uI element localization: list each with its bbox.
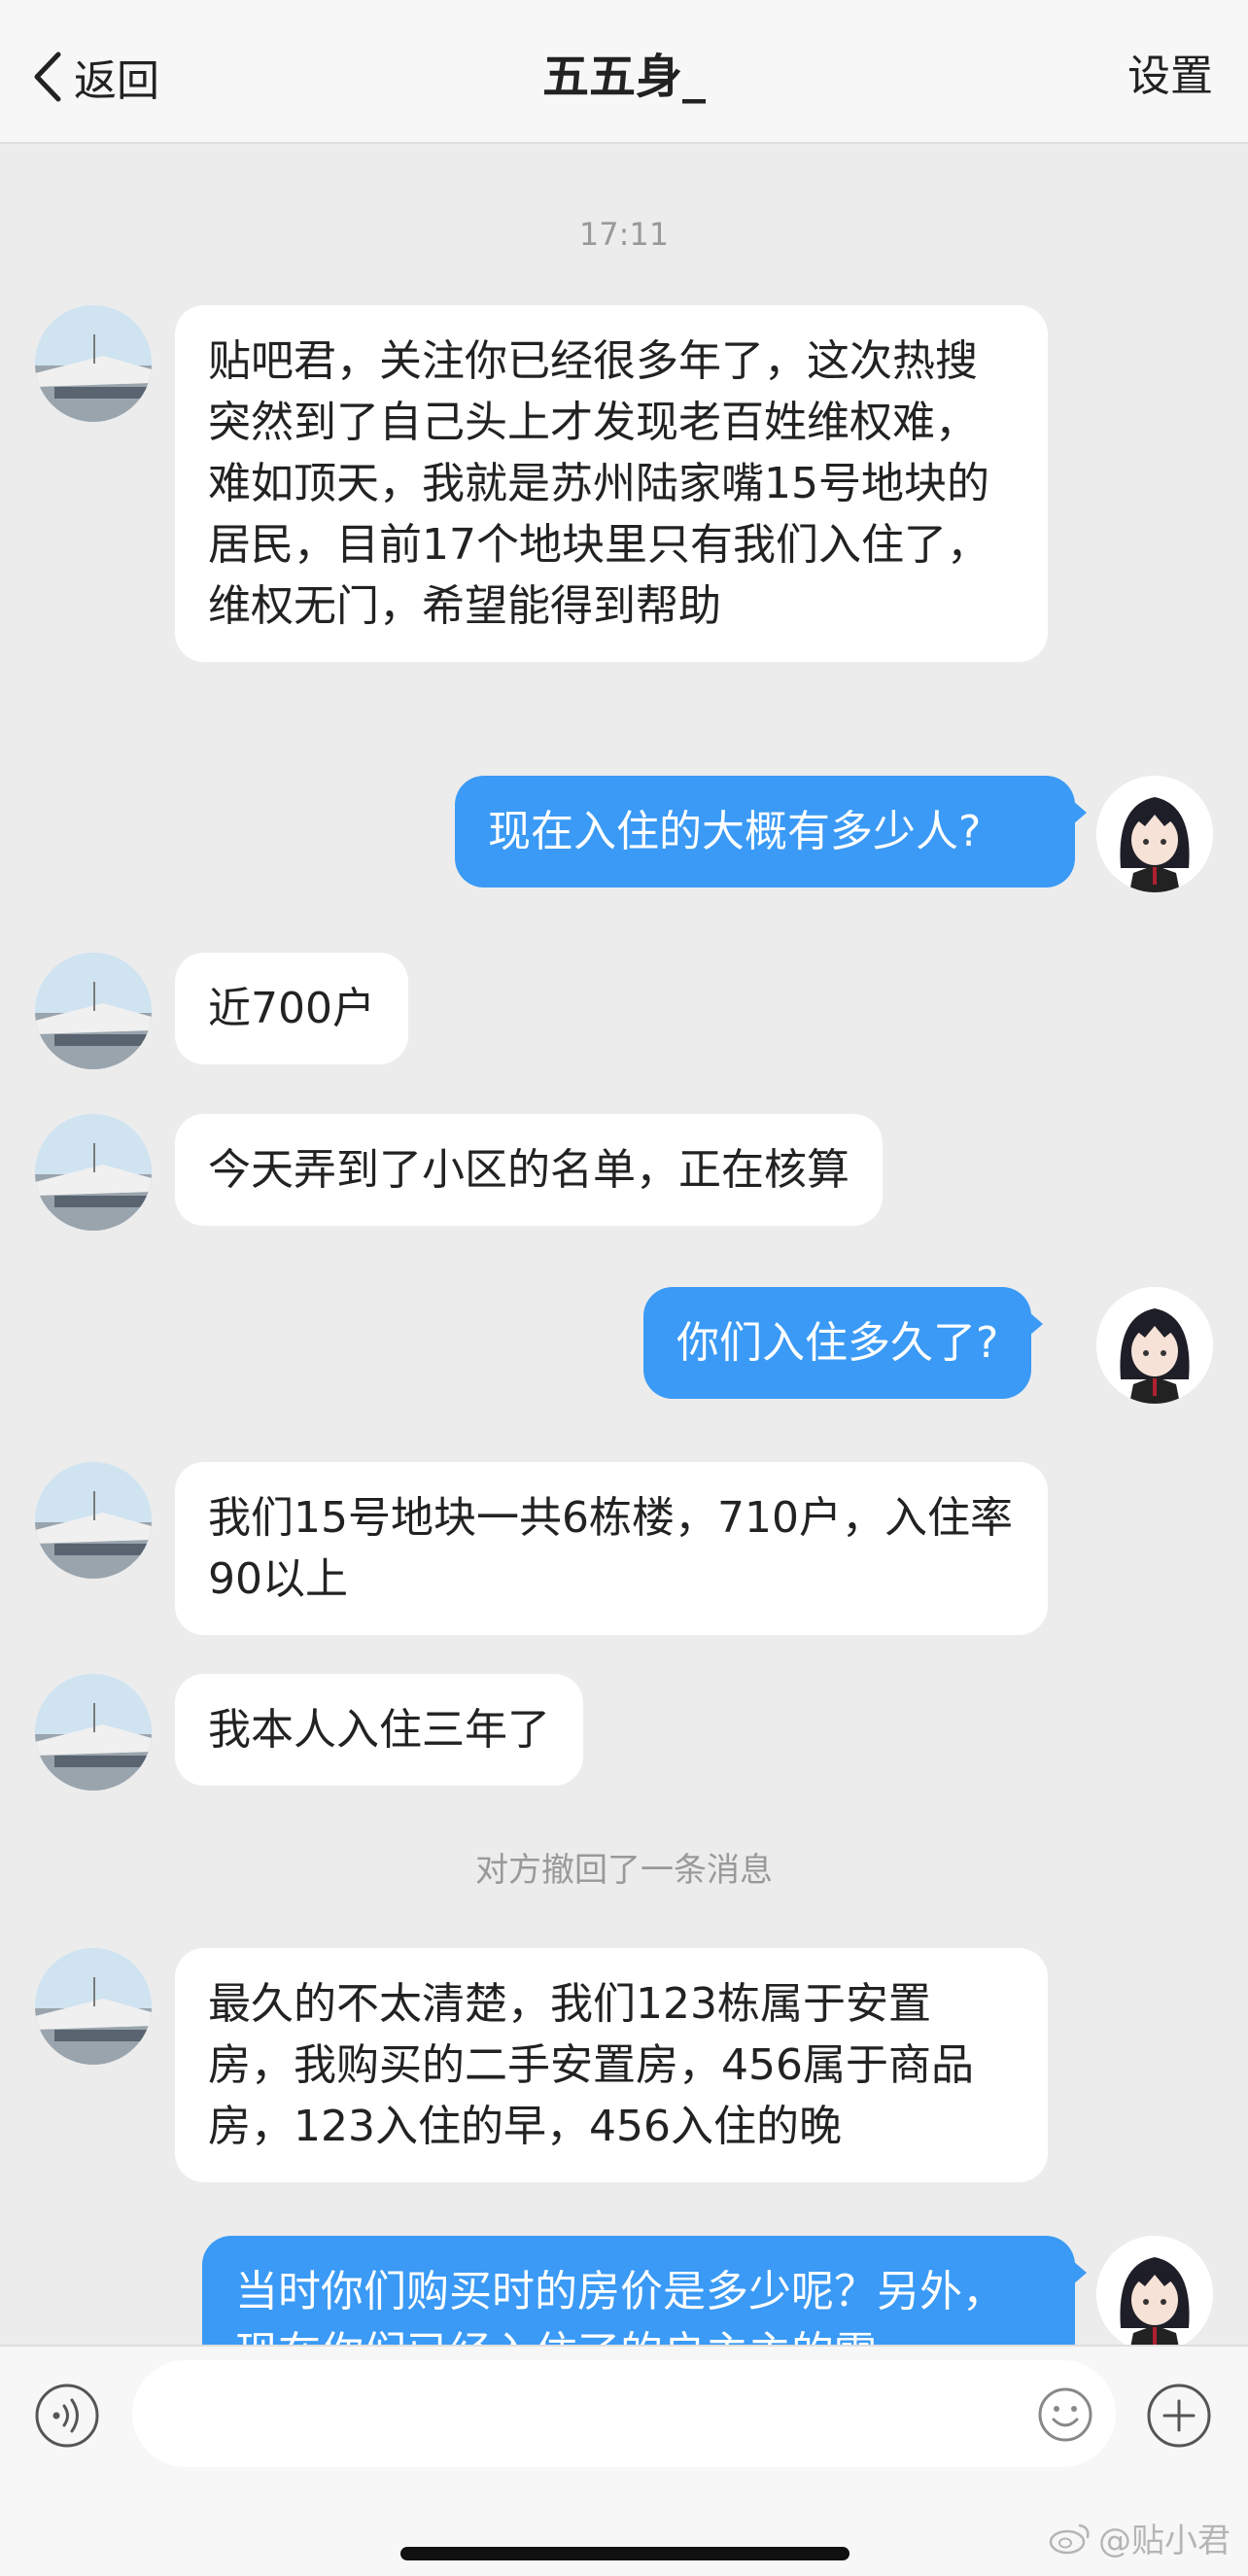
contact-avatar[interactable] [35,1114,152,1231]
message-bubble-incoming[interactable]: 最久的不太清楚，我们123栋属于安置房，我购买的二手安置房，456属于商品房，1… [175,1948,1048,2182]
message-bubble-incoming[interactable]: 我本人入住三年了 [175,1674,583,1786]
my-avatar[interactable] [1096,2236,1213,2345]
settings-button[interactable]: 设置 [1127,43,1213,111]
home-indicator [400,2547,849,2560]
anime-avatar-icon [1096,2236,1213,2345]
building-photo-icon [35,1674,152,1791]
message-bubble-outgoing[interactable]: 你们入住多久了? [643,1287,1044,1399]
message-bubble-outgoing[interactable]: 现在入住的大概有多少人? [455,776,1087,888]
message-input[interactable] [132,2360,1116,2467]
chat-screen: 返回 五五身_ 设置 17:11 贴吧君，关注你已经很多年了，这次热搜突然到了自… [0,0,1248,2576]
building-photo-icon [35,1114,152,1231]
anime-avatar-icon [1096,776,1213,892]
building-photo-icon [35,953,152,1069]
message-bubble-incoming[interactable]: 贴吧君，关注你已经很多年了，这次热搜突然到了自己头上才发现老百姓维权难，难如顶天… [175,305,1048,662]
message-bubble-incoming[interactable]: 我们15号地块一共6栋楼，710户，入住率90以上 [175,1462,1048,1635]
message-bubble-incoming[interactable]: 近700户 [175,953,408,1064]
timestamp: 17:11 [578,216,670,253]
emoji-icon[interactable] [1036,2385,1094,2444]
message-bubble-outgoing[interactable]: 当时你们购买时的房价是多少呢？另外，现在你们已经入住了的户主主的需 [202,2236,1087,2345]
input-bar [0,2345,1248,2481]
top-navigation-bar: 返回 五五身_ 设置 [0,0,1248,144]
message-bubble-incoming[interactable]: 今天弄到了小区的名单，正在核算 [175,1114,883,1226]
watermark-text: @贴小君 [1098,2522,1231,2560]
anime-avatar-icon [1096,1287,1213,1404]
plus-icon[interactable] [1145,2382,1213,2450]
contact-avatar[interactable] [35,1462,152,1579]
building-photo-icon [35,1948,152,2065]
contact-avatar[interactable] [35,1674,152,1791]
bottom-safe-area: @贴小君 [0,2481,1248,2576]
contact-avatar[interactable] [35,1948,152,2065]
voice-icon[interactable] [33,2382,101,2450]
recall-notice: 对方撤回了一条消息 [475,1851,773,1890]
weibo-logo-icon [1049,2524,1090,2554]
chat-title: 五五身_ [541,50,706,104]
building-photo-icon [35,305,152,422]
building-photo-icon [35,1462,152,1579]
contact-avatar[interactable] [35,305,152,422]
contact-avatar[interactable] [35,953,152,1069]
my-avatar[interactable] [1096,776,1213,892]
watermark: @贴小君 [1048,2514,1231,2561]
my-avatar[interactable] [1096,1287,1213,1404]
message-list[interactable]: 17:11 贴吧君，关注你已经很多年了，这次热搜突然到了自己头上才发现老百姓维权… [0,146,1248,2345]
